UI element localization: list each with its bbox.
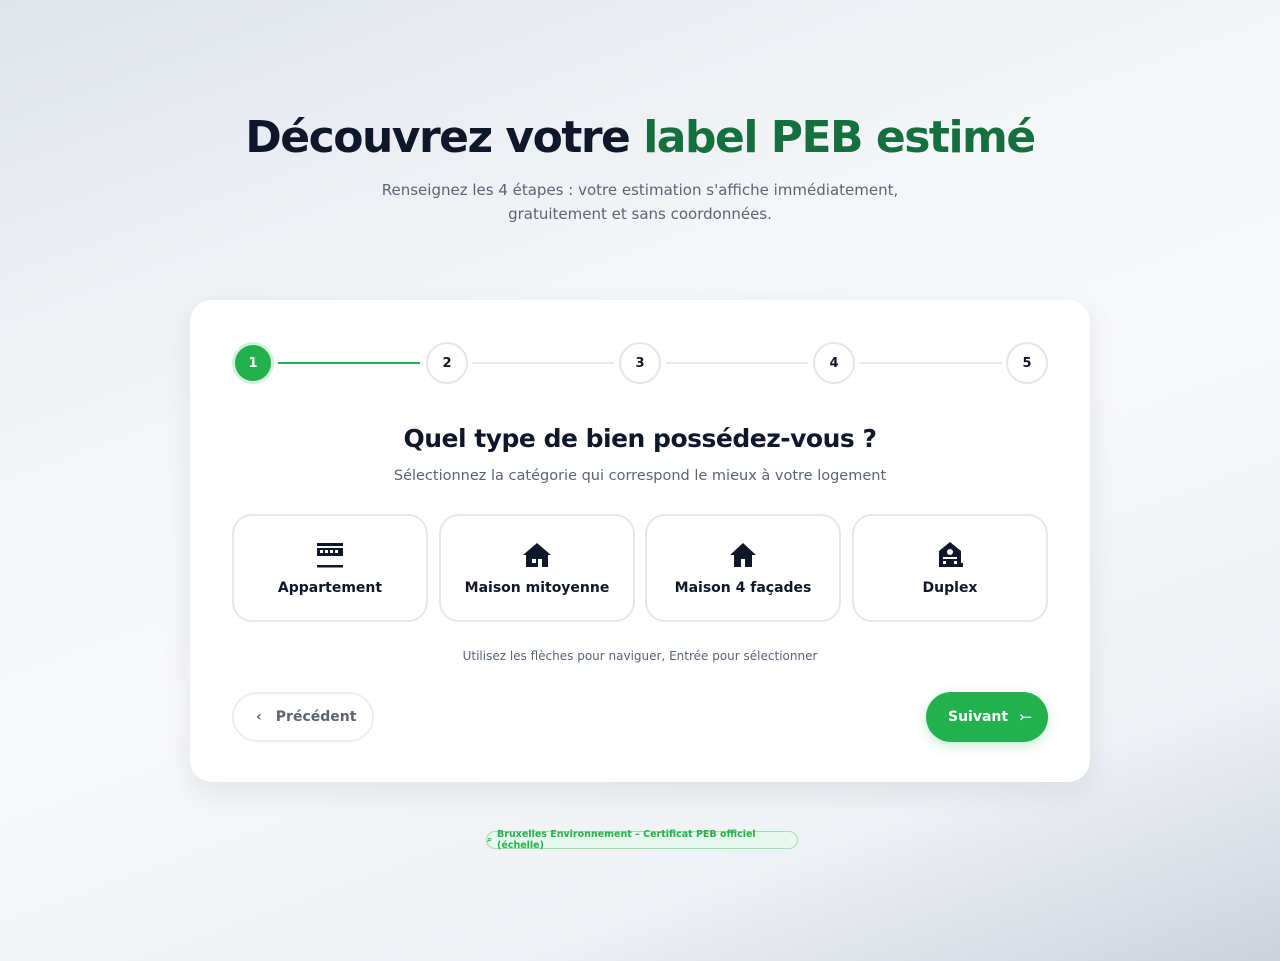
option-label: Maison mitoyenne (464, 580, 610, 596)
option-appartement[interactable]: Appartement (232, 514, 428, 622)
previous-button-label: Précédent (275, 709, 357, 725)
question-title: Quel type de bien possédez-vous ? (403, 424, 877, 453)
page-title-accent: label PEB estimé (643, 112, 1036, 163)
page-title-main: Découvrez votre (245, 112, 644, 163)
terraced-house-icon (441, 540, 633, 570)
stepper-connector-1 (278, 362, 420, 364)
option-duplex[interactable]: Duplex (852, 514, 1048, 622)
next-button-label: Suivant (948, 709, 1009, 725)
step-5[interactable]: 5 (1006, 342, 1048, 384)
source-badge: ⌕ Bruxelles Environnement – Certificat P… (486, 829, 798, 851)
wizard-card: 1 2 3 4 5 Quel type de bien possédez-vou… (190, 300, 1090, 782)
question-subtitle: Sélectionnez la catégorie qui correspond… (393, 468, 887, 484)
chevron-left-icon: ‹ (256, 709, 262, 725)
stepper-connector-2 (472, 362, 614, 364)
arrow-right-icon: ⤚ (1020, 709, 1032, 725)
step-3[interactable]: 3 (619, 342, 661, 384)
step-1[interactable]: 1 (232, 342, 274, 384)
previous-button[interactable]: ‹ Précédent (232, 692, 374, 742)
detached-house-icon (647, 540, 839, 570)
option-maison-mitoyenne[interactable]: Maison mitoyenne (439, 514, 635, 622)
stepper: 1 2 3 4 5 (232, 342, 1048, 384)
apartment-icon (234, 540, 426, 570)
option-label: Duplex (922, 580, 978, 596)
keyboard-hint: Utilisez les flèches pour naviguer, Entr… (462, 649, 818, 663)
page-subtitle-line2: gratuitement et sans coordonnées. (508, 205, 772, 223)
property-type-options: Appartement Maison mitoyenne Maison 4 fa… (232, 514, 1048, 622)
source-badge-text: Bruxelles Environnement – Certificat PEB… (497, 829, 756, 851)
option-label: Maison 4 façades (674, 580, 812, 596)
leaf-icon: ⌕ (487, 835, 493, 845)
option-label: Appartement (277, 580, 383, 596)
stepper-connector-4 (860, 362, 1002, 364)
option-maison-4-facades[interactable]: Maison 4 façades (645, 514, 841, 622)
duplex-icon (854, 540, 1046, 570)
step-2[interactable]: 2 (426, 342, 468, 384)
page-title: Découvrez votre label PEB estimé (0, 112, 1280, 163)
stepper-connector-3 (666, 362, 808, 364)
page-subtitle-line1: Renseignez les 4 étapes : votre estimati… (381, 181, 899, 199)
step-4[interactable]: 4 (813, 342, 855, 384)
page-subtitle: Renseignez les 4 étapes : votre estimati… (340, 178, 940, 226)
next-button[interactable]: Suivant ⤚ (926, 692, 1048, 742)
